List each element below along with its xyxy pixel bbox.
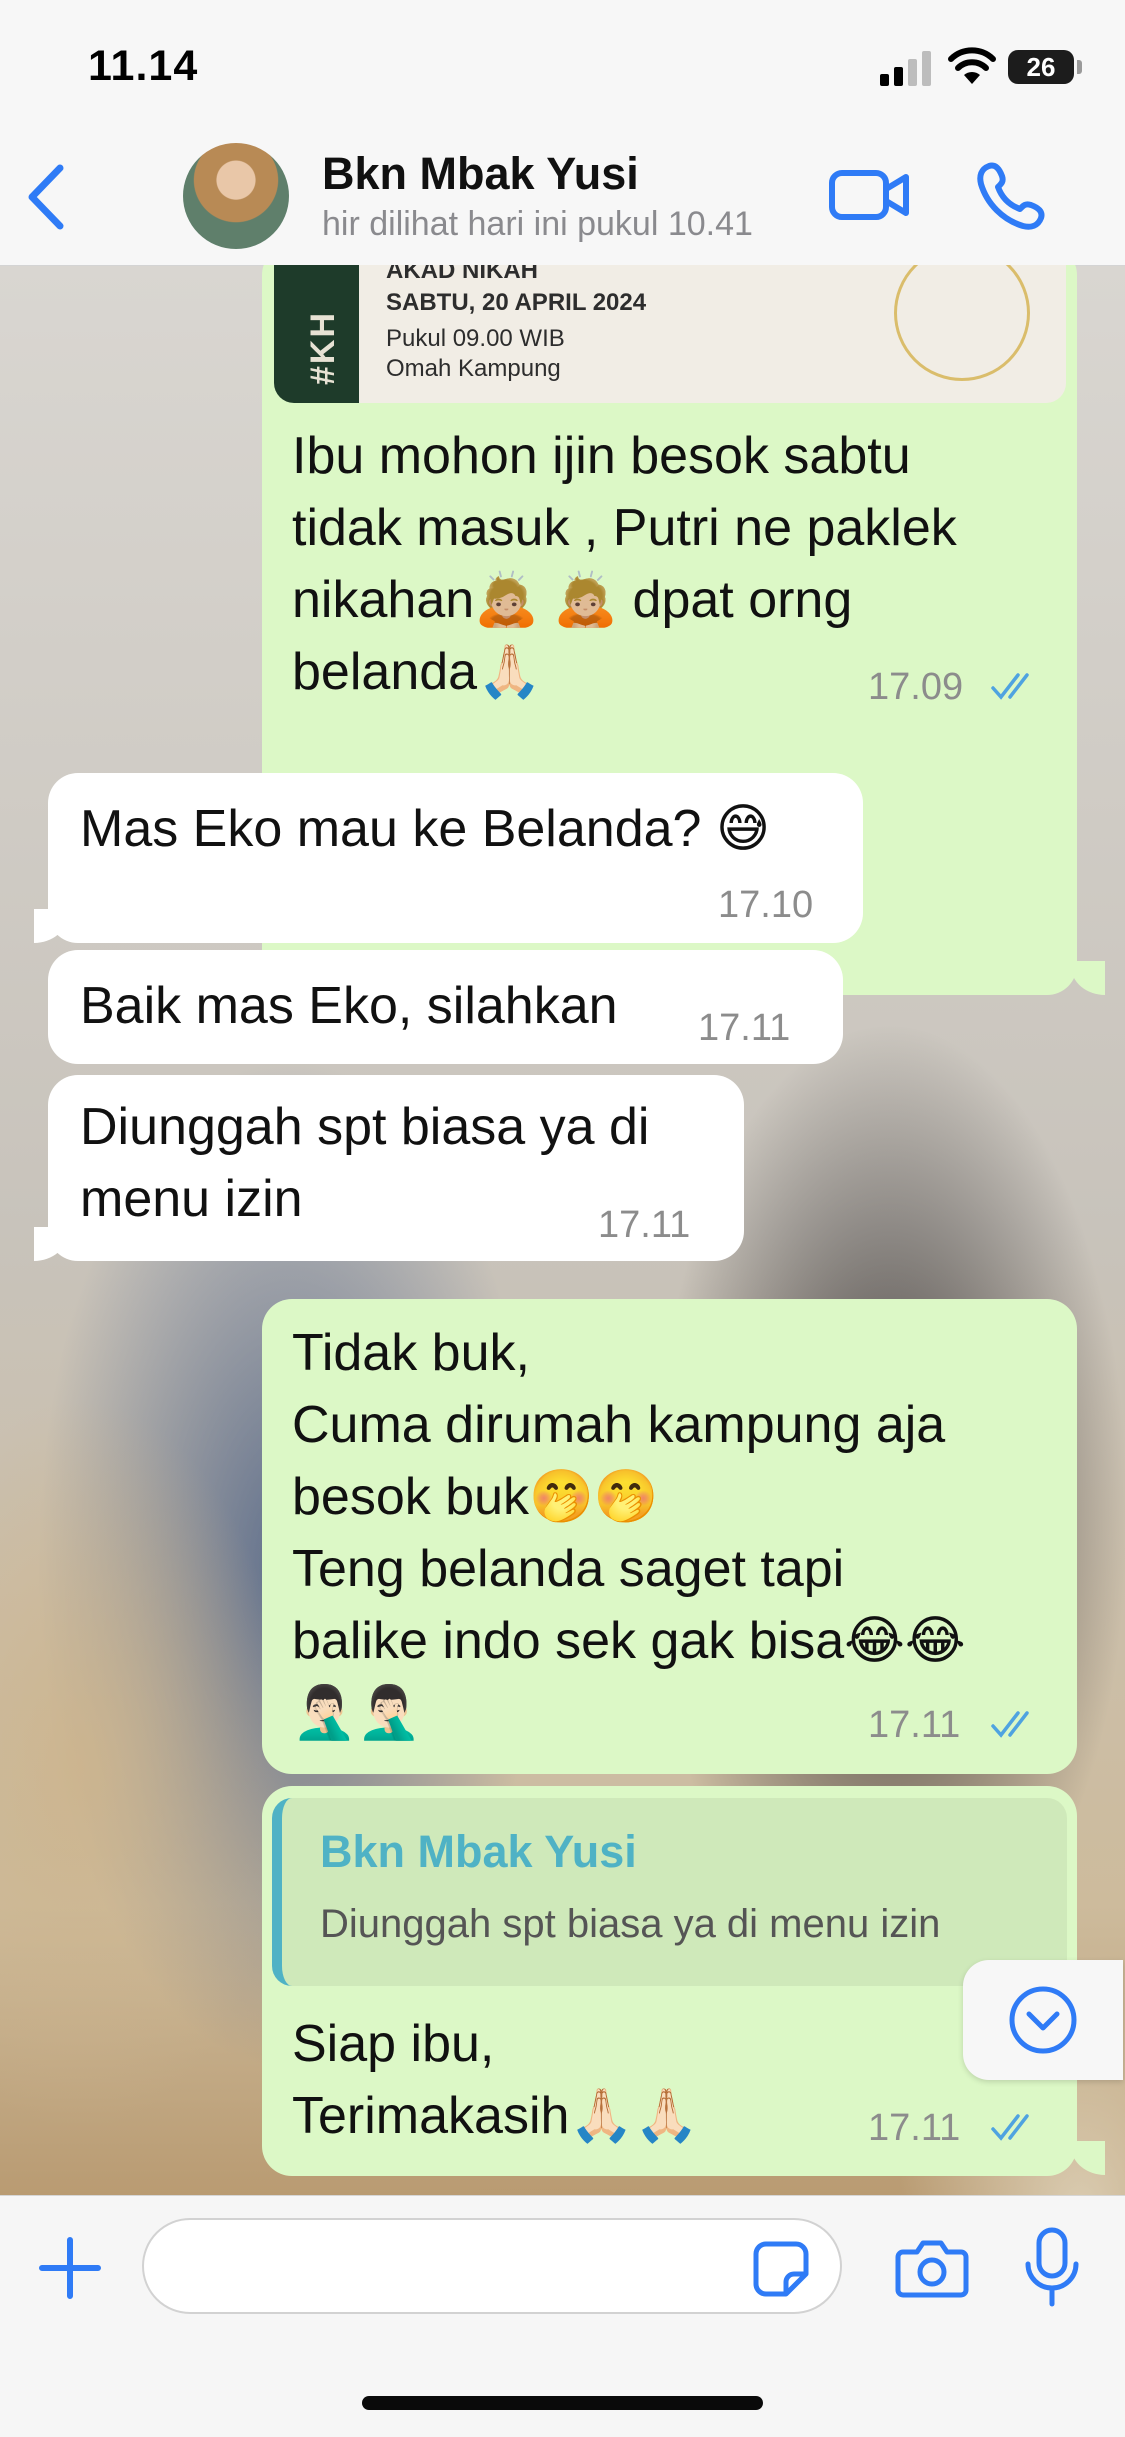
contact-avatar[interactable] (183, 143, 289, 249)
message-line: Baik mas Eko, silahkan (80, 977, 618, 1035)
message-bubble-incoming[interactable]: Diunggah spt biasa ya di menu izin 17.11 (48, 1075, 744, 1261)
message-line: menu izin (80, 1170, 303, 1228)
read-receipt-icon (991, 2114, 1029, 2141)
message-line: Siap ibu, (292, 2015, 495, 2073)
read-receipt-icon (991, 1711, 1029, 1738)
message-line: Cuma dirumah kampung aja (292, 1396, 946, 1454)
message-bubble-outgoing[interactable]: Tidak buk, Cuma dirumah kampung aja beso… (262, 1299, 1077, 1774)
battery-tip (1077, 60, 1082, 74)
chat-header: 11.14 26 Bkn Mbak Yusi hir dilihat hari … (0, 0, 1125, 266)
chevron-down-circle-icon (1009, 1986, 1077, 2054)
message-line: 🤦🏻‍♂️🤦🏻‍♂️ (292, 1684, 422, 1742)
attach-plus-button[interactable] (38, 2236, 102, 2300)
message-line: balike indo sek gak bisa😂😂 (292, 1612, 966, 1670)
image-attachment[interactable]: #KH AKAD NIKAH SABTU, 20 APRIL 2024 Puku… (274, 265, 1066, 403)
read-receipt-icon (991, 673, 1029, 700)
message-time: 17.11 (598, 1204, 691, 1246)
message-line: tidak masuk , Putri ne paklek (292, 499, 957, 557)
voice-call-button[interactable] (975, 160, 1047, 232)
message-line: Tidak buk, (292, 1324, 530, 1382)
sticker-button[interactable] (752, 2240, 810, 2298)
message-time: 17.11 (868, 1704, 961, 1746)
scroll-to-bottom-button[interactable] (963, 1960, 1123, 2080)
message-line: Mas Eko mau ke Belanda? 😅 (80, 800, 771, 858)
status-time: 11.14 (88, 42, 199, 90)
microphone-button[interactable] (1022, 2226, 1082, 2310)
image-text-line: SABTU, 20 APRIL 2024 (386, 289, 647, 316)
message-input[interactable] (142, 2218, 842, 2314)
contact-name[interactable]: Bkn Mbak Yusi (322, 148, 639, 200)
video-call-button[interactable] (828, 165, 910, 225)
message-line: belanda🙏🏻 (292, 643, 542, 701)
home-indicator[interactable] (362, 2396, 763, 2410)
message-line: Diunggah spt biasa ya di (80, 1098, 650, 1156)
bubble-tail (1071, 2141, 1105, 2175)
quoted-message[interactable]: Bkn Mbak Yusi Diunggah spt biasa ya di m… (272, 1798, 1067, 1986)
battery-icon: 26 (1008, 50, 1074, 84)
image-vertical-text: #KH (304, 310, 342, 385)
message-line: besok buk🤭🤭 (292, 1468, 659, 1526)
message-bubble-incoming[interactable]: Mas Eko mau ke Belanda? 😅 17.10 (48, 773, 863, 943)
message-line: nikahan🙇🏼 🙇🏼 dpat orng (292, 571, 853, 629)
message-line: Teng belanda saget tapi (292, 1540, 845, 1598)
quoted-text: Diunggah spt biasa ya di menu izin (320, 1902, 941, 1946)
wifi-icon (948, 47, 996, 84)
message-line: Terimakasih🙏🏻🙏🏻 (292, 2087, 699, 2145)
image-text-line: AKAD NIKAH (386, 265, 538, 284)
back-button[interactable] (22, 162, 72, 232)
last-seen-status: hir dilihat hari ini pukul 10.41 (322, 205, 753, 243)
message-time: 17.09 (868, 666, 964, 708)
quoted-sender-name: Bkn Mbak Yusi (320, 1826, 637, 1877)
image-text-line: Omah Kampung (386, 355, 561, 382)
message-time: 17.11 (868, 2107, 961, 2149)
message-time: 17.10 (718, 884, 814, 926)
message-line: Ibu mohon ijin besok sabtu (292, 427, 911, 485)
message-bubble-incoming[interactable]: Baik mas Eko, silahkan 17.11 (48, 950, 843, 1064)
airplane-stamp-icon (894, 265, 1030, 381)
cellular-signal-icon (880, 51, 931, 86)
message-time: 17.11 (698, 1007, 791, 1049)
bubble-tail (1071, 961, 1105, 995)
camera-button[interactable] (895, 2238, 969, 2298)
image-text-line: Pukul 09.00 WIB (386, 325, 565, 352)
